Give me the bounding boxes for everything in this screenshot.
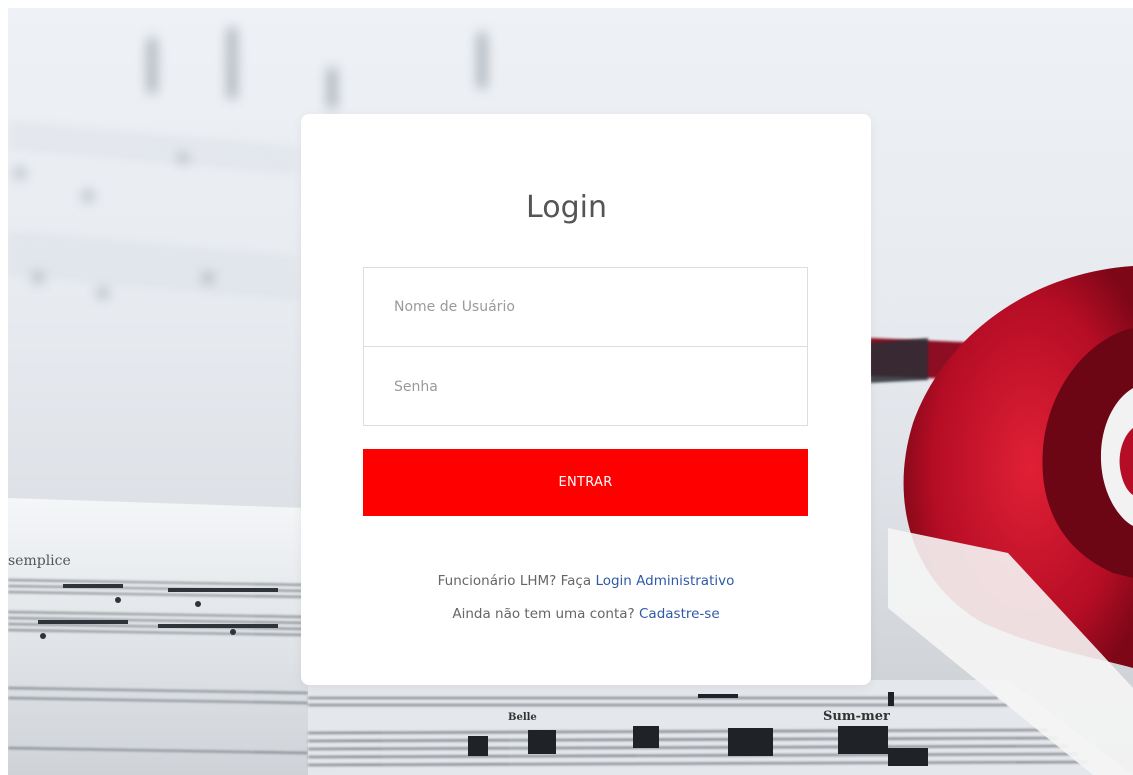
page: semplice Belle Sum-mer Login Nome de Usu… [0, 0, 1133, 775]
signup-line: Ainda não tem uma conta? Cadastre-se [301, 606, 871, 622]
admin-login-link[interactable]: Login Administrativo [595, 573, 734, 589]
username-input[interactable] [364, 268, 807, 347]
staff-login-prompt: Funcionário LHM? Faça [437, 573, 592, 589]
sheet-music-text-summer: Sum-mer [823, 709, 890, 724]
staff-login-line: Funcionário LHM? Faça Login Administrati… [301, 573, 871, 589]
sheet-music-text-belle: Belle [508, 712, 537, 723]
sheet-music-text-semplice: semplice [8, 553, 71, 569]
signup-prompt: Ainda não tem uma conta? [452, 606, 635, 622]
password-input[interactable] [364, 347, 807, 426]
signup-link[interactable]: Cadastre-se [639, 606, 720, 622]
login-title: Login [526, 190, 607, 225]
submit-button[interactable]: ENTRAR [363, 449, 808, 516]
credentials-field-group [363, 267, 808, 426]
